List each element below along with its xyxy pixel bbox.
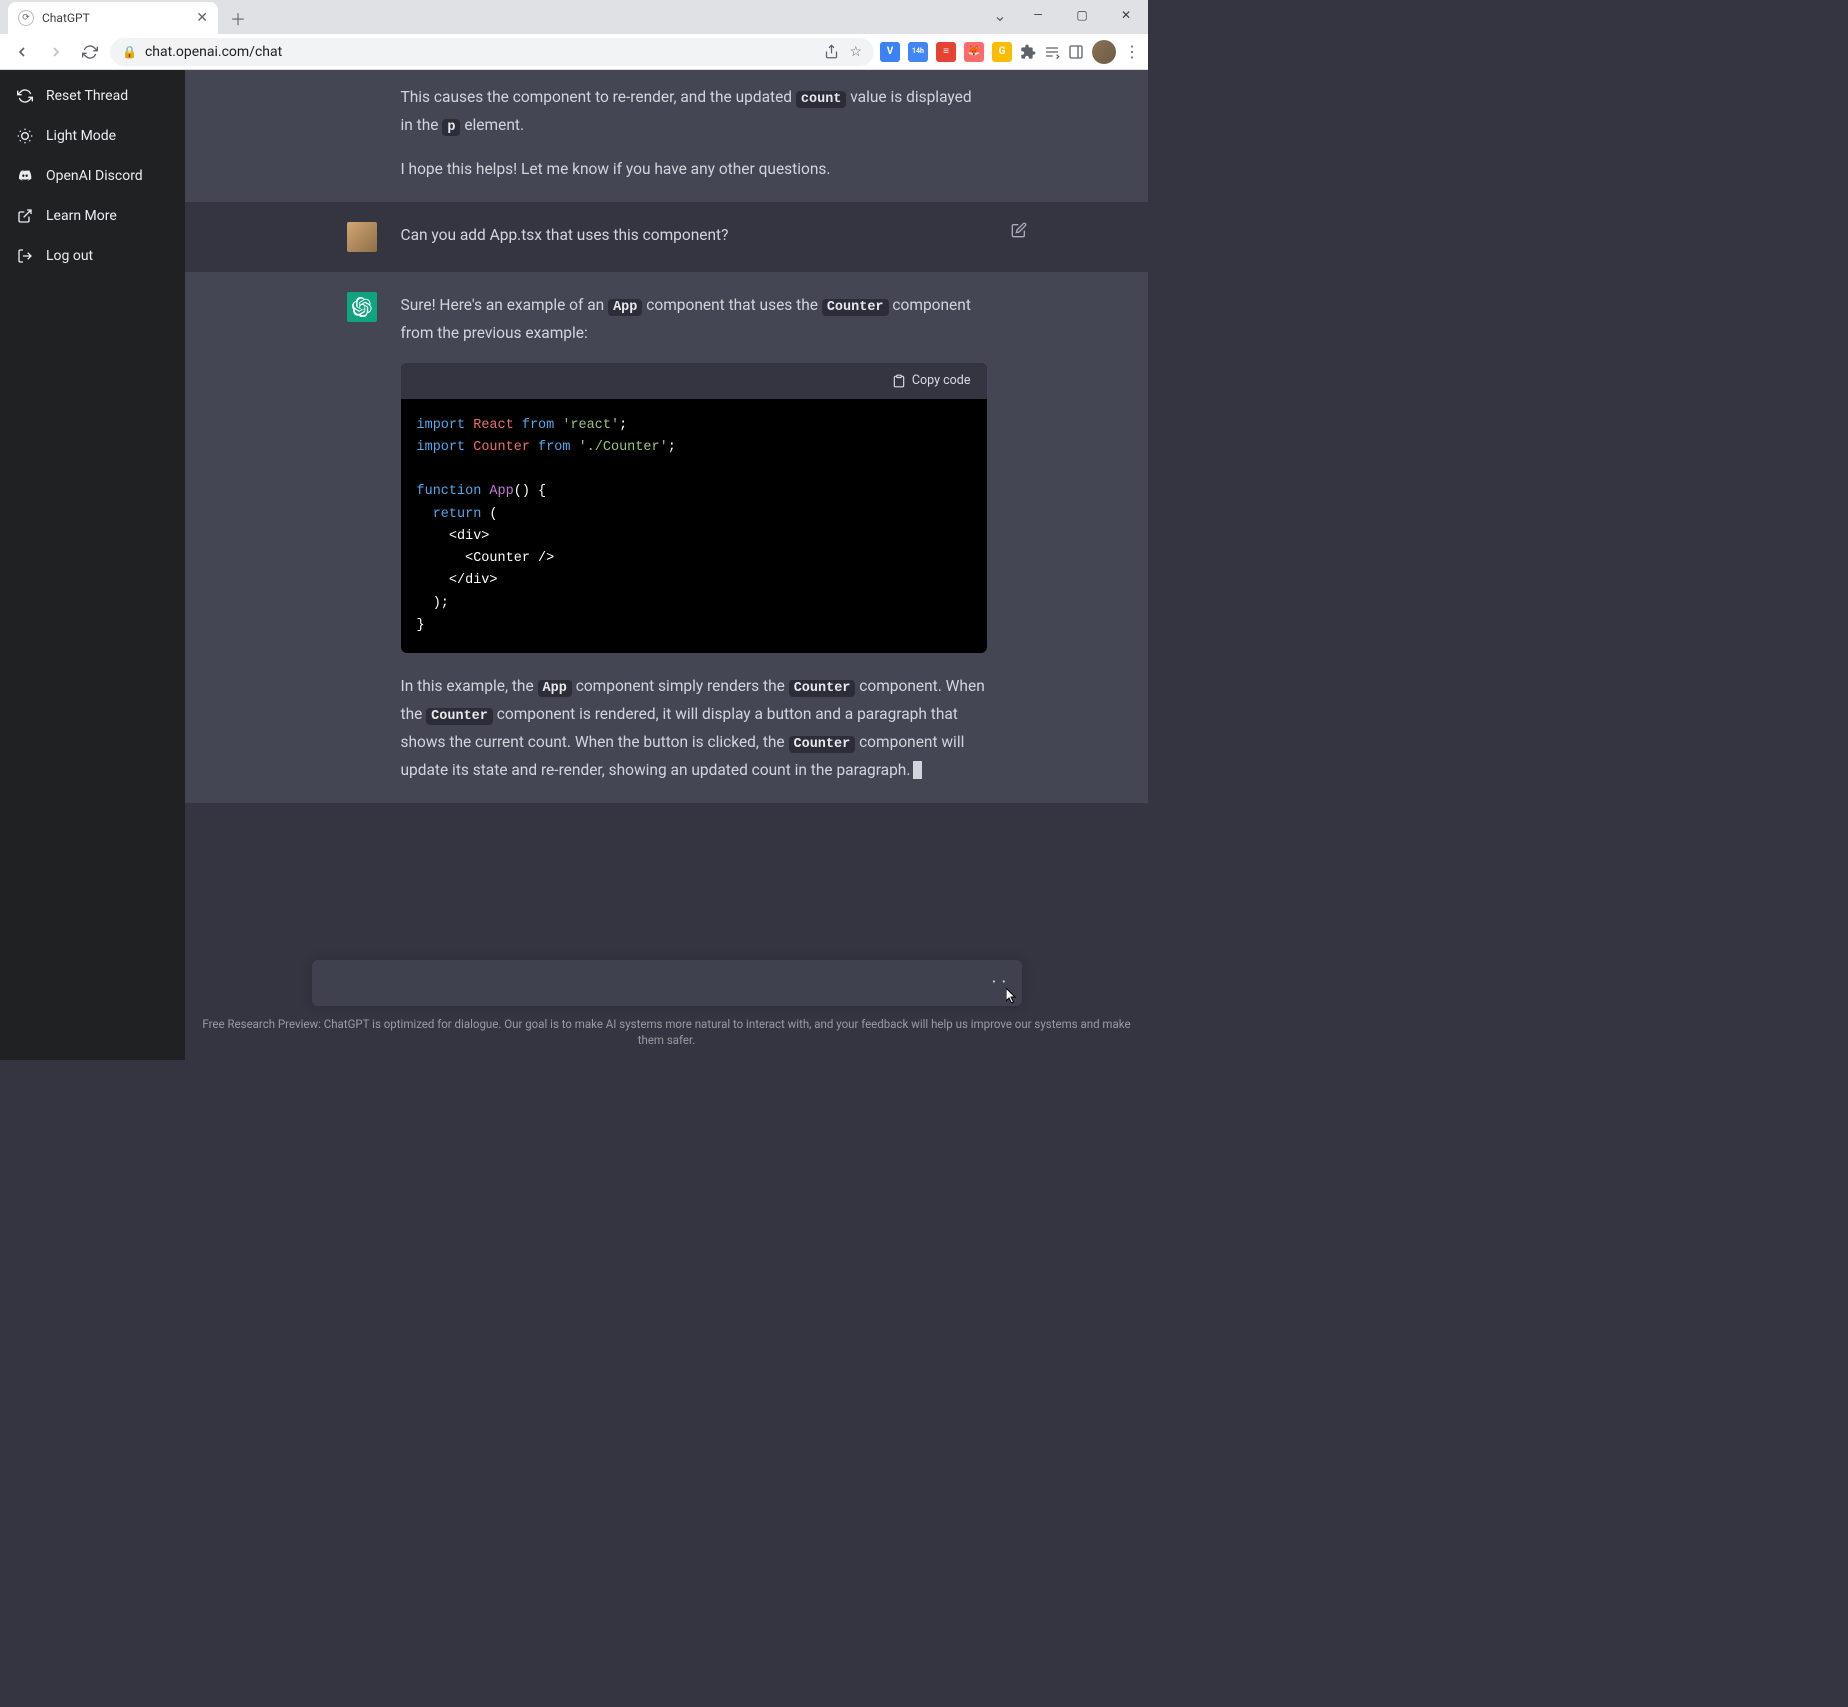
sidebar: Reset Thread Light Mode OpenAI Discord L… bbox=[0, 70, 185, 1060]
extension-icon[interactable]: 🦊 bbox=[964, 42, 984, 62]
loading-indicator: • • bbox=[992, 977, 1007, 988]
extension-icon[interactable]: V bbox=[880, 42, 900, 62]
todoist-extension-icon[interactable]: ≡ bbox=[936, 42, 956, 62]
extension-icons: V 14h ≡ 🦊 G ⋮ bbox=[880, 40, 1140, 64]
sidebar-item-label: Reset Thread bbox=[46, 88, 128, 104]
calendar-extension-icon[interactable]: 14h bbox=[908, 42, 928, 62]
sun-icon bbox=[16, 128, 34, 144]
code-block: Copy code import React from 'react'; imp… bbox=[401, 363, 987, 654]
back-button[interactable] bbox=[8, 38, 36, 66]
reset-icon bbox=[16, 88, 34, 104]
code-content: import React from 'react'; import Counte… bbox=[401, 399, 987, 654]
browser-tab[interactable]: ⟳ ChatGPT ✕ bbox=[8, 2, 218, 34]
footer-disclaimer: Free Research Preview: ChatGPT is optimi… bbox=[185, 1016, 1148, 1048]
lock-icon: 🔒 bbox=[122, 45, 137, 59]
share-icon[interactable] bbox=[824, 44, 839, 59]
logout-icon bbox=[16, 248, 34, 264]
sidebar-item-log-out[interactable]: Log out bbox=[8, 238, 177, 274]
message-text: Can you add App.tsx that uses this compo… bbox=[401, 222, 987, 252]
sidebar-item-label: Log out bbox=[46, 248, 93, 264]
typing-cursor bbox=[913, 761, 922, 779]
minimize-button[interactable]: — bbox=[1016, 0, 1060, 30]
sidebar-item-discord[interactable]: OpenAI Discord bbox=[8, 158, 177, 194]
assistant-avatar bbox=[347, 292, 377, 322]
assistant-message: Sure! Here's an example of an App compon… bbox=[185, 272, 1148, 803]
chatgpt-app: Reset Thread Light Mode OpenAI Discord L… bbox=[0, 70, 1148, 1060]
mouse-cursor-icon bbox=[1006, 988, 1018, 1004]
conversation-scroll[interactable]: This causes the component to re-render, … bbox=[185, 70, 1148, 940]
discord-icon bbox=[16, 168, 34, 184]
tab-favicon: ⟳ bbox=[18, 10, 34, 26]
window-controls: ⌄ — ▢ ✕ bbox=[984, 0, 1148, 30]
profile-avatar[interactable] bbox=[1092, 40, 1116, 64]
message-text: Sure! Here's an example of an App compon… bbox=[401, 292, 987, 783]
input-area: • • Free Research Preview: ChatGPT is op… bbox=[185, 940, 1148, 1060]
url-text: chat.openai.com/chat bbox=[145, 44, 282, 60]
copy-code-button[interactable]: Copy code bbox=[401, 363, 987, 399]
browser-chrome: ⟳ ChatGPT ✕ ＋ ⌄ — ▢ ✕ 🔒 chat.openai.com/… bbox=[0, 0, 1148, 70]
edit-message-icon[interactable] bbox=[1011, 222, 1027, 238]
message-input-field[interactable] bbox=[328, 974, 978, 991]
browser-toolbar: 🔒 chat.openai.com/chat ☆ V 14h ≡ 🦊 G bbox=[0, 34, 1148, 70]
new-tab-button[interactable]: ＋ bbox=[224, 4, 252, 32]
message-input[interactable]: • • bbox=[312, 960, 1022, 1006]
assistant-message: This causes the component to re-render, … bbox=[185, 70, 1148, 202]
address-bar[interactable]: 🔒 chat.openai.com/chat ☆ bbox=[110, 38, 874, 66]
forward-button[interactable] bbox=[42, 38, 70, 66]
reload-button[interactable] bbox=[76, 38, 104, 66]
side-panel-icon[interactable] bbox=[1068, 44, 1084, 60]
sidebar-item-label: Learn More bbox=[46, 208, 117, 224]
sidebar-item-light-mode[interactable]: Light Mode bbox=[8, 118, 177, 154]
browser-titlebar: ⟳ ChatGPT ✕ ＋ ⌄ — ▢ ✕ bbox=[0, 0, 1148, 34]
reading-list-icon[interactable] bbox=[1044, 44, 1060, 60]
tab-close-icon[interactable]: ✕ bbox=[196, 11, 208, 25]
extensions-button[interactable] bbox=[1020, 44, 1036, 60]
extension-icon[interactable]: G bbox=[992, 42, 1012, 62]
external-link-icon bbox=[16, 208, 34, 224]
tab-title: ChatGPT bbox=[42, 11, 188, 25]
tab-search-icon[interactable]: ⌄ bbox=[984, 6, 1016, 25]
browser-menu-icon[interactable]: ⋮ bbox=[1124, 42, 1140, 61]
maximize-button[interactable]: ▢ bbox=[1060, 0, 1104, 30]
close-window-button[interactable]: ✕ bbox=[1104, 0, 1148, 30]
bookmark-star-icon[interactable]: ☆ bbox=[849, 44, 862, 60]
clipboard-icon bbox=[892, 374, 906, 388]
main-content: This causes the component to re-render, … bbox=[185, 70, 1148, 1060]
sidebar-item-reset-thread[interactable]: Reset Thread bbox=[8, 78, 177, 114]
user-avatar bbox=[347, 222, 377, 252]
sidebar-item-label: OpenAI Discord bbox=[46, 168, 143, 184]
sidebar-item-label: Light Mode bbox=[46, 128, 116, 144]
sidebar-item-learn-more[interactable]: Learn More bbox=[8, 198, 177, 234]
message-text: This causes the component to re-render, … bbox=[401, 84, 987, 182]
user-message: Can you add App.tsx that uses this compo… bbox=[185, 202, 1148, 272]
